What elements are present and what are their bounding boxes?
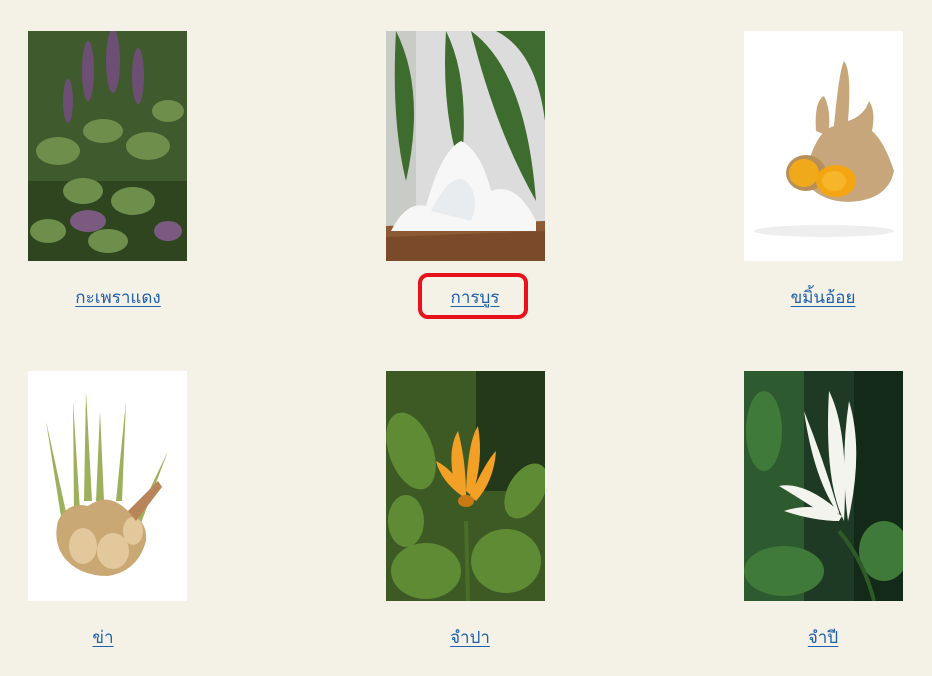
plant-link-galangal[interactable]: ข่า [92,624,113,651]
holy-basil-image[interactable] [28,31,187,261]
camphor-image[interactable] [386,31,545,261]
champak-image[interactable] [386,371,545,601]
highlight-box [418,273,528,319]
plant-link-holy-basil[interactable]: กะเพราแดง [75,284,160,311]
plant-link-champak[interactable]: จำปา [450,624,490,651]
plant-link-wild-turmeric[interactable]: ขมิ้นอ้อย [791,284,856,311]
white-champak-image[interactable] [744,371,903,601]
plant-link-white-champak[interactable]: จำปี [808,624,838,651]
wild-turmeric-image[interactable] [744,31,903,261]
galangal-image[interactable] [28,371,187,601]
